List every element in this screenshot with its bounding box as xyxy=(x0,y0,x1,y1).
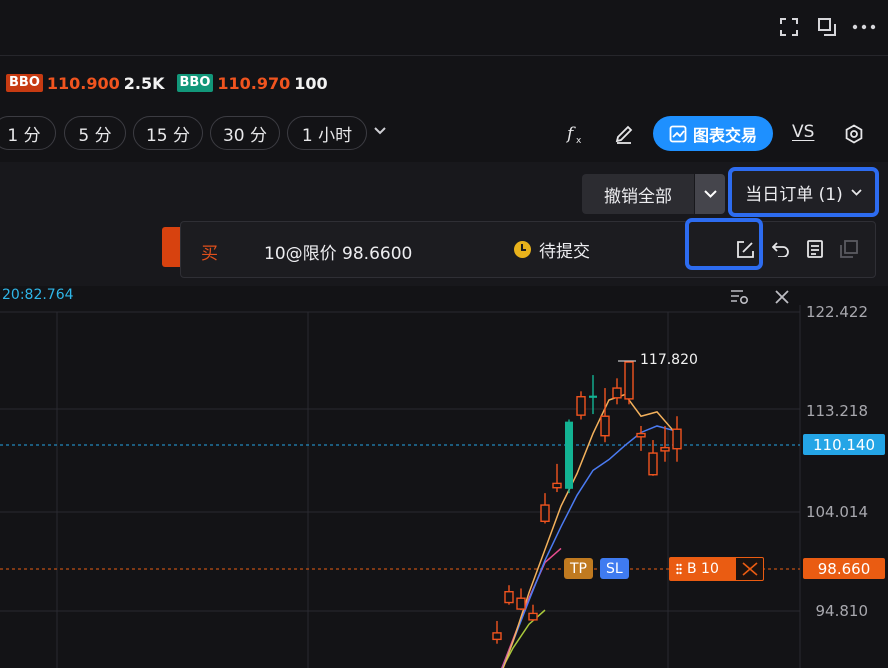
chart-order-handle[interactable]: B 10 xyxy=(670,558,736,580)
popout-icon[interactable] xyxy=(814,14,840,40)
settings-icon[interactable] xyxy=(840,120,868,148)
y-axis-label: 94.810 xyxy=(815,602,869,620)
order-detail-icon[interactable] xyxy=(805,239,825,259)
timeframe-30min[interactable]: 30 分 xyxy=(210,116,280,150)
ask-size: 100 xyxy=(294,73,328,93)
svg-text:x: x xyxy=(576,136,582,145)
undo-icon[interactable] xyxy=(771,239,791,259)
candle-body xyxy=(624,361,634,400)
order-price-tag: 98.660 xyxy=(803,558,885,579)
edit-icon[interactable] xyxy=(735,239,755,259)
candle-body xyxy=(636,432,646,438)
candle xyxy=(552,463,562,493)
candle xyxy=(528,604,538,621)
peak-price-label: 117.820 xyxy=(640,352,698,368)
order-status: 待提交 xyxy=(514,237,590,262)
ask-bbo-tag: BBO xyxy=(176,74,214,92)
crosshair-time-value: 20:82.764 xyxy=(2,287,74,303)
candle-body xyxy=(589,395,597,398)
candle-body xyxy=(504,591,514,604)
fullscreen-icon[interactable] xyxy=(776,14,802,40)
y-axis-label: 122.422 xyxy=(805,303,868,321)
timeframe-1min[interactable]: 1 分 xyxy=(0,116,56,150)
candle-body xyxy=(672,428,682,450)
candle-body xyxy=(648,452,658,476)
more-icon[interactable] xyxy=(851,14,877,40)
copy-icon xyxy=(839,239,859,259)
bid-size: 2.5K xyxy=(123,73,165,93)
clock-icon xyxy=(514,241,531,258)
candle-body xyxy=(576,396,586,416)
chevron-down-icon xyxy=(703,190,717,198)
bbo-quote-row: BBO 110.900 2.5K BBO 110.970 100 xyxy=(6,72,340,94)
chart-order-tag[interactable]: B 10 xyxy=(669,557,764,581)
order-side: 买 xyxy=(201,244,218,264)
ma-long-1-line xyxy=(501,547,562,668)
ask-price: 110.970 xyxy=(217,73,291,93)
day-orders-label: 当日订单 (1) xyxy=(745,184,843,205)
order-status-label: 待提交 xyxy=(539,242,590,262)
timeframe-more-chevron-icon[interactable] xyxy=(374,124,386,139)
candle-body xyxy=(565,421,573,489)
stop-loss-button[interactable]: SL xyxy=(600,558,629,579)
candle xyxy=(636,425,646,451)
day-orders-dropdown[interactable]: 当日订单 (1) xyxy=(728,167,879,217)
chart-trade-button[interactable]: 图表交易 xyxy=(653,116,773,151)
cancel-order-close-icon[interactable] xyxy=(736,561,763,577)
chart-order-label: B 10 xyxy=(687,561,719,577)
candlesticks xyxy=(492,361,682,644)
last-price-tag: 110.140 xyxy=(803,434,885,455)
top-bar xyxy=(0,0,888,56)
candle xyxy=(589,375,597,415)
candle xyxy=(576,391,586,420)
pen-icon[interactable] xyxy=(610,120,638,148)
candle xyxy=(504,585,514,605)
candle-body xyxy=(600,415,610,437)
candle xyxy=(624,361,634,405)
candle-body xyxy=(492,632,502,641)
chart-trade-icon xyxy=(669,125,687,142)
order-description: 10@限价 98.6600 xyxy=(264,244,413,264)
take-profit-button[interactable]: TP xyxy=(564,558,593,579)
chevron-down-icon xyxy=(851,188,862,196)
candle-body xyxy=(516,597,526,610)
svg-text:f: f xyxy=(566,124,576,144)
candle-body xyxy=(540,504,550,523)
timeframe-1hour[interactable]: 1 小时 xyxy=(287,116,367,150)
price-chart[interactable] xyxy=(0,305,888,668)
moving-averages xyxy=(501,393,674,668)
candle xyxy=(516,588,526,611)
vs-compare-button[interactable]: VS xyxy=(792,122,814,142)
cancel-all-dropdown[interactable] xyxy=(695,174,725,214)
timeframe-15min[interactable]: 15 分 xyxy=(133,116,203,150)
candle xyxy=(565,419,573,494)
candle-body xyxy=(660,446,670,452)
chart-trade-label: 图表交易 xyxy=(692,125,757,145)
candle-body xyxy=(528,612,538,621)
candle xyxy=(612,378,622,405)
ma-short-line xyxy=(502,393,674,668)
cancel-all-button[interactable]: 撤销全部 xyxy=(582,174,694,214)
bid-price: 110.900 xyxy=(46,73,120,93)
fx-icon[interactable]: fx xyxy=(563,120,591,148)
candle xyxy=(492,620,502,644)
candle xyxy=(672,416,682,462)
candle xyxy=(540,493,550,524)
candle-body xyxy=(552,482,562,489)
chart-list-settings-icon[interactable] xyxy=(730,287,750,307)
bid-bbo-tag: BBO xyxy=(6,74,43,92)
y-axis-label: 104.014 xyxy=(805,503,868,521)
drag-handle-icon xyxy=(676,563,682,575)
candle-body xyxy=(612,387,622,399)
timeframe-5min[interactable]: 5 分 xyxy=(64,116,126,150)
y-axis-label: 113.218 xyxy=(805,402,868,420)
